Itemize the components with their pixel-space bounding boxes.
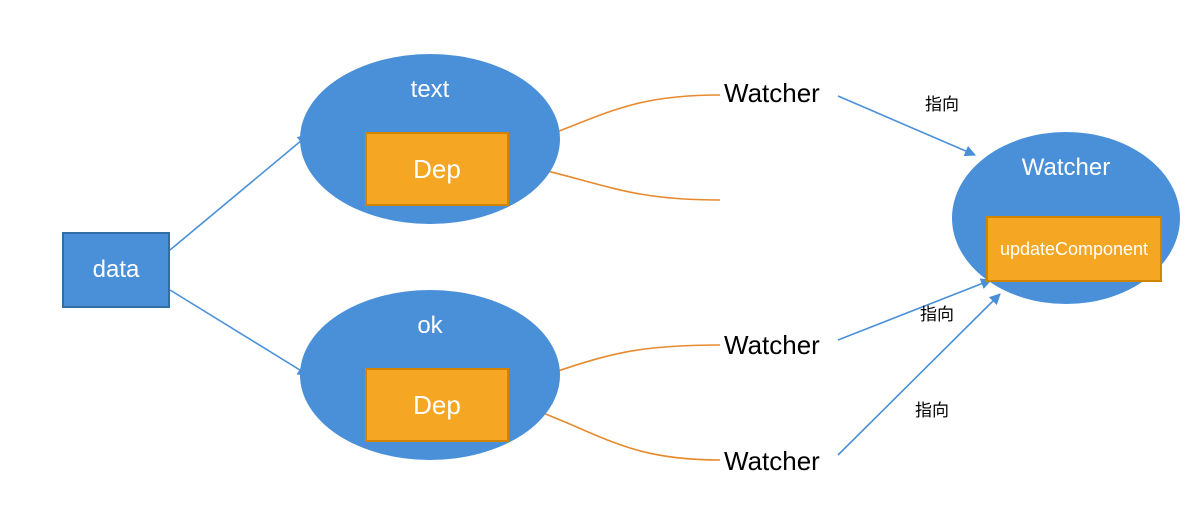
data-node-label: data: [93, 256, 140, 284]
update-component-box: updateComponent: [986, 216, 1162, 282]
arrow-watcher3-to-watcher-ellipse: [838, 294, 1000, 455]
text-ellipse: text Dep: [300, 54, 560, 224]
ok-ellipse-title: ok: [417, 312, 442, 340]
ok-dep-box: Dep: [365, 368, 509, 442]
diagram-stage: data text Dep ok Dep Watcher updateCompo…: [0, 0, 1200, 529]
text-dep-label: Dep: [413, 154, 461, 185]
data-node: data: [62, 232, 170, 308]
arrow-data-to-ok: [170, 290, 308, 375]
text-ellipse-title: text: [411, 76, 450, 104]
pointing-label-1: 指向: [925, 90, 959, 115]
ok-ellipse: ok Dep: [300, 290, 560, 460]
watcher-label-3: Watcher: [724, 446, 820, 477]
pointing-label-3: 指向: [915, 396, 949, 421]
arrow-watcher2-to-watcher-ellipse: [838, 280, 991, 340]
watcher-label-1: Watcher: [724, 78, 820, 109]
watcher-ellipse-title: Watcher: [1022, 154, 1110, 182]
ok-dep-label: Dep: [413, 390, 461, 421]
watcher-ellipse: Watcher updateComponent: [952, 132, 1180, 304]
watcher-label-2: Watcher: [724, 330, 820, 361]
text-dep-box: Dep: [365, 132, 509, 206]
pointing-label-2: 指向: [920, 300, 954, 325]
arrow-data-to-text: [170, 135, 308, 250]
update-component-label: updateComponent: [1000, 239, 1148, 260]
